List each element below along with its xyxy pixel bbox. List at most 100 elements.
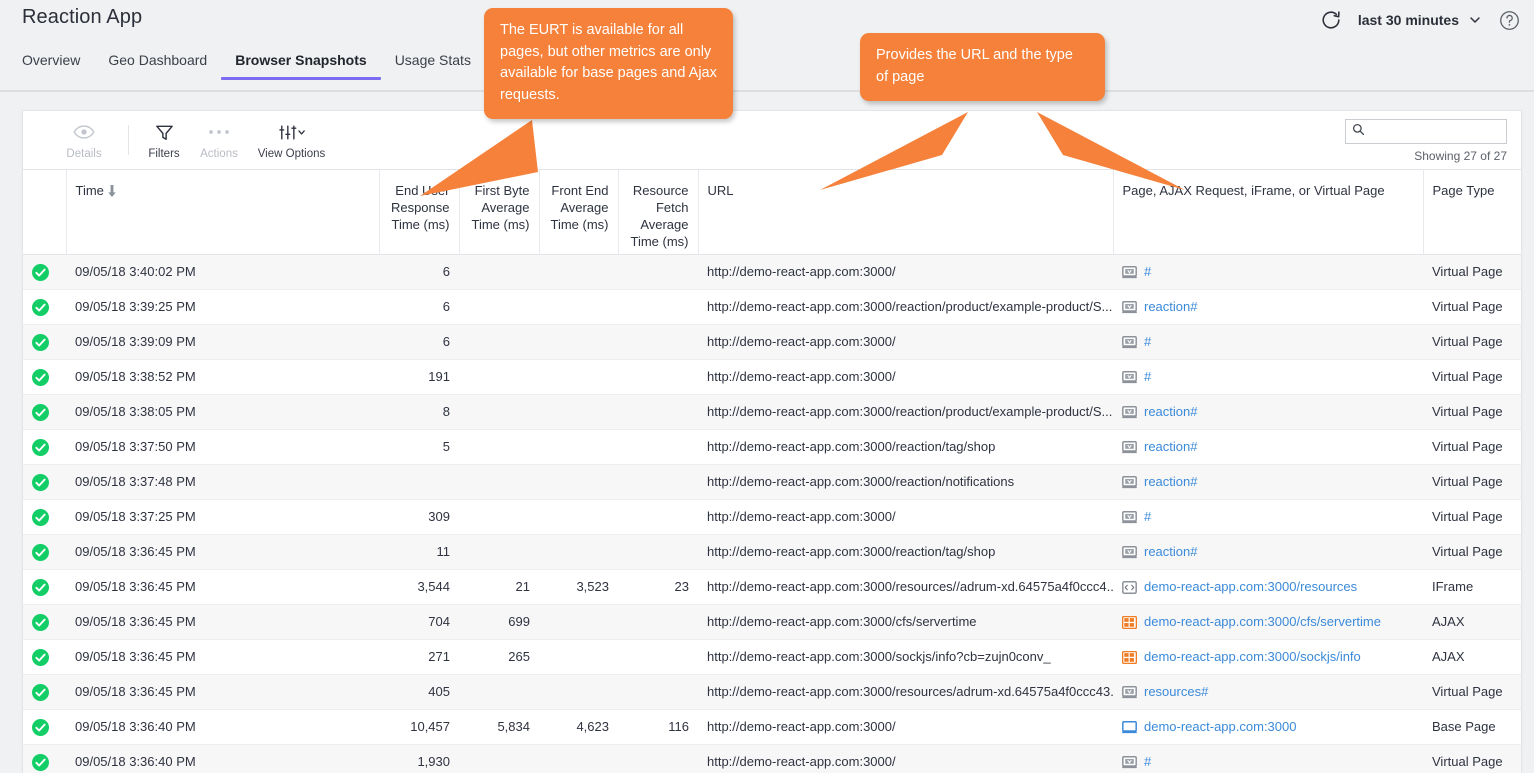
page-link[interactable]: # (1144, 500, 1151, 534)
page-link[interactable]: # (1144, 255, 1151, 289)
cell-page-type: Virtual Page (1423, 499, 1521, 535)
chevron-down-icon[interactable] (1470, 12, 1483, 28)
tab-label: Geo Dashboard (108, 52, 208, 68)
tab-browser-snapshots[interactable]: Browser Snapshots (221, 52, 382, 80)
tab-label: Browser Snapshots (235, 52, 367, 68)
column-header-front-end[interactable]: Front End Average Time (ms) (539, 169, 619, 255)
table-row[interactable]: 09/05/18 3:36:45 PM 11 http://demo-react-a… (23, 534, 1521, 570)
page-link[interactable]: reaction# (1144, 395, 1197, 429)
cell-eurt: 405 (379, 674, 459, 710)
page-entry: # (1122, 500, 1414, 534)
time-range-selector[interactable]: last 30 minutes (1358, 12, 1459, 28)
view-options-button[interactable]: View Options (238, 119, 345, 160)
cell-first-byte (459, 674, 539, 710)
app-header: Reaction App last 30 minutes Overview Ge… (0, 0, 1534, 92)
table-row[interactable]: 09/05/18 3:36:45 PM 271 265 http://demo-rea… (23, 639, 1521, 675)
cell-time: 09/05/18 3:36:45 PM (66, 639, 379, 675)
callout-url-type: Provides the URL and the type of page (860, 33, 1105, 101)
cell-resource-fetch (618, 359, 698, 395)
page-link[interactable]: demo-react-app.com:3000/cfs/servertime (1144, 605, 1381, 639)
tab-geo-dashboard[interactable]: Geo Dashboard (94, 52, 221, 79)
page-entry: # (1122, 360, 1414, 394)
status-badge (23, 709, 66, 745)
table-row[interactable]: 09/05/18 3:37:25 PM 309 http://demo-react-… (23, 499, 1521, 535)
table-row[interactable]: 09/05/18 3:39:09 PM 6 http://demo-react-ap… (23, 324, 1521, 360)
table-row[interactable]: 09/05/18 3:39:25 PM 6 http://demo-react-ap… (23, 289, 1521, 325)
cell-front-end: 4,623 (539, 709, 618, 745)
page-link[interactable]: resources# (1144, 675, 1208, 709)
column-header-resource-fetch[interactable]: Resource Fetch Average Time (ms) (618, 169, 699, 255)
cell-url: http://demo-react-app.com:3000/ (698, 324, 1113, 360)
view-options-label: View Options (257, 148, 326, 160)
page-link[interactable]: # (1144, 360, 1151, 394)
ajax-icon (1122, 615, 1137, 629)
virtual-page-icon (1122, 685, 1137, 698)
page-link[interactable]: reaction# (1144, 430, 1197, 464)
cell-resource-fetch (618, 674, 698, 710)
page-link[interactable]: demo-react-app.com:3000/sockjs/info (1144, 640, 1361, 674)
virtual-page-icon (1122, 370, 1137, 383)
cell-first-byte (459, 289, 539, 325)
refresh-icon[interactable] (1320, 9, 1342, 31)
status-ok-icon (32, 404, 49, 422)
cell-first-byte: 265 (459, 639, 539, 675)
page-entry: # (1122, 325, 1414, 359)
virtual-page-icon (1122, 265, 1137, 278)
cell-url: http://demo-react-app.com:3000/ (698, 254, 1113, 290)
column-header-status[interactable] (23, 169, 67, 255)
table-row[interactable]: 09/05/18 3:36:40 PM 1,930 http://demo-reac… (23, 744, 1521, 773)
table-row[interactable]: 09/05/18 3:38:05 PM 8 http://demo-react-ap… (23, 394, 1521, 430)
help-icon[interactable] (1499, 10, 1520, 31)
base-page-icon (1122, 720, 1137, 733)
table-row[interactable]: 09/05/18 3:37:50 PM 5 http://demo-react-ap… (23, 429, 1521, 465)
page-link[interactable]: reaction# (1144, 290, 1197, 324)
tab-overview[interactable]: Overview (22, 52, 94, 79)
cell-resource-fetch (618, 604, 698, 640)
table-row[interactable]: 09/05/18 3:37:48 PM http://demo-react-app… (23, 464, 1521, 500)
main-tabs: Overview Geo Dashboard Browser Snapshots… (22, 52, 485, 80)
snapshots-table: Time End User Response Time (ms) First B… (23, 169, 1521, 773)
page-link[interactable]: # (1144, 745, 1151, 773)
status-badge (23, 534, 66, 570)
table-row[interactable]: 09/05/18 3:36:45 PM 3,544 21 3,523 23 http://… (23, 569, 1521, 605)
table-row[interactable]: 09/05/18 3:36:45 PM 704 699 http://demo-rea… (23, 604, 1521, 640)
table-row[interactable]: 09/05/18 3:36:45 PM 405 http://demo-react-… (23, 674, 1521, 710)
cell-url: http://demo-react-app.com:3000/reaction/… (698, 429, 1113, 465)
column-header-page-type[interactable]: Page Type (1423, 169, 1521, 255)
callout-2-tail-right (1037, 112, 1185, 190)
cell-url: http://demo-react-app.com:3000/ (698, 359, 1113, 395)
column-header-time[interactable]: Time (66, 169, 380, 255)
result-count: Showing 27 of 27 (1414, 149, 1507, 163)
cell-time: 09/05/18 3:36:45 PM (66, 604, 379, 640)
search-box[interactable] (1345, 119, 1507, 144)
funnel-icon (155, 119, 174, 145)
status-ok-icon (32, 754, 49, 772)
cell-url: http://demo-react-app.com:3000/cfs/serve… (698, 604, 1113, 640)
cell-time: 09/05/18 3:40:02 PM (66, 254, 379, 290)
page-link[interactable]: demo-react-app.com:3000/resources (1144, 570, 1357, 604)
header-actions: last 30 minutes (1320, 6, 1520, 34)
cell-page-type: Virtual Page (1423, 394, 1521, 430)
cell-page-type: Virtual Page (1423, 534, 1521, 570)
search-input[interactable] (1365, 123, 1506, 140)
table-row[interactable]: 09/05/18 3:40:02 PM 6 http://demo-react-ap… (23, 254, 1521, 290)
cell-page: resources# (1113, 674, 1423, 710)
table-row[interactable]: 09/05/18 3:36:40 PM 10,457 5,834 4,623 116 ht… (23, 709, 1521, 745)
details-button[interactable]: Details (49, 119, 119, 160)
page-link[interactable]: # (1144, 325, 1151, 359)
cell-resource-fetch: 116 (618, 709, 698, 745)
status-badge (23, 429, 66, 465)
cell-eurt: 704 (379, 604, 459, 640)
cell-url: http://demo-react-app.com:3000/resources… (698, 569, 1113, 605)
page-link[interactable]: reaction# (1144, 535, 1197, 569)
tab-usage-stats[interactable]: Usage Stats (381, 52, 485, 79)
page-link[interactable]: reaction# (1144, 465, 1197, 499)
status-ok-icon (32, 264, 49, 282)
eye-icon (73, 119, 95, 145)
callout-1-tail (420, 120, 538, 196)
table-row[interactable]: 09/05/18 3:38:52 PM 191 http://demo-react-… (23, 359, 1521, 395)
status-badge (23, 639, 66, 675)
cell-first-byte (459, 359, 539, 395)
cell-first-byte (459, 499, 539, 535)
page-link[interactable]: demo-react-app.com:3000 (1144, 710, 1296, 744)
